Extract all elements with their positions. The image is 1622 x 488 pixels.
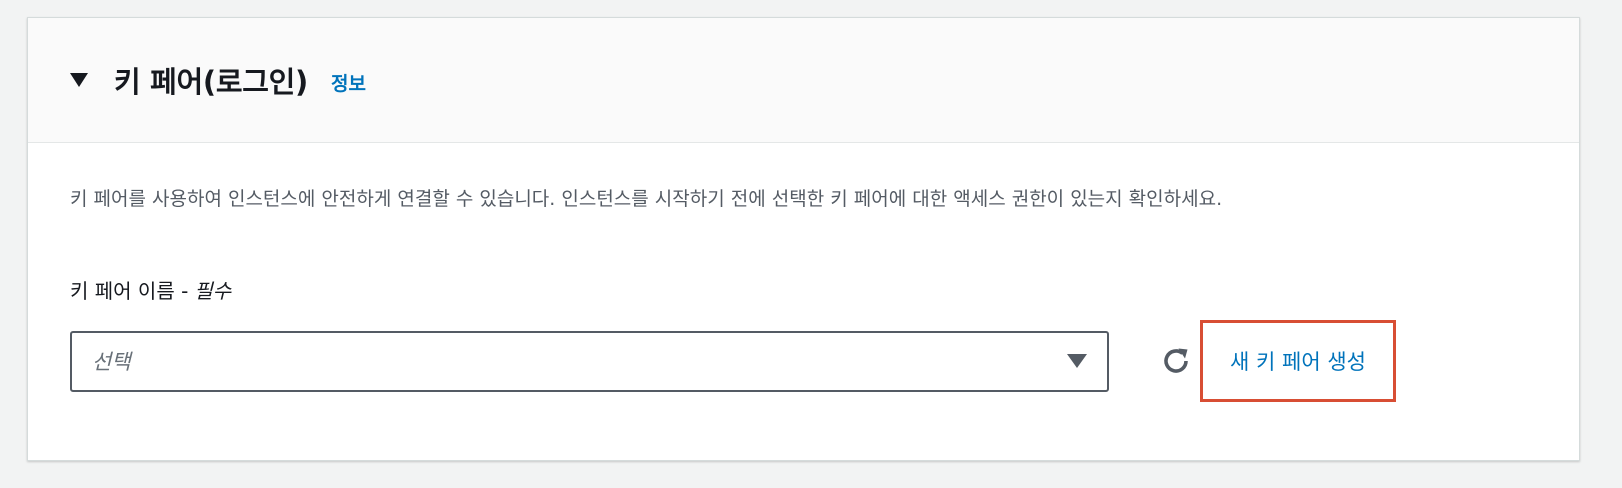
panel-title[interactable]: 키 페어(로그인) bbox=[114, 59, 308, 101]
key-pair-field-row: 선택 새 키 페어 생성 bbox=[70, 320, 1537, 402]
info-link[interactable]: 정보 bbox=[331, 69, 366, 96]
chevron-down-icon bbox=[1067, 354, 1087, 368]
refresh-icon bbox=[1164, 348, 1188, 373]
panel-header: 키 페어(로그인) 정보 bbox=[28, 18, 1579, 143]
select-placeholder: 선택 bbox=[92, 350, 131, 374]
caret-down-icon[interactable] bbox=[70, 73, 88, 87]
panel-body: 키 페어를 사용하여 인스턴스에 안전하게 연결할 수 있습니다. 인스턴스를 … bbox=[28, 143, 1579, 402]
create-key-pair-link[interactable]: 새 키 페어 생성 bbox=[1230, 346, 1366, 376]
create-key-pair-highlight: 새 키 페어 생성 bbox=[1200, 320, 1396, 402]
panel-description: 키 페어를 사용하여 인스턴스에 안전하게 연결할 수 있습니다. 인스턴스를 … bbox=[70, 188, 1223, 210]
key-pair-name-label: 키 페어 이름 - 필수 bbox=[70, 275, 1537, 304]
key-pair-select[interactable]: 선택 bbox=[70, 330, 1109, 392]
field-label-text: 키 페어 이름 - bbox=[70, 279, 189, 303]
required-indicator: 필수 bbox=[194, 279, 232, 303]
key-pair-panel: 키 페어(로그인) 정보 키 페어를 사용하여 인스턴스에 안전하게 연결할 수… bbox=[27, 17, 1580, 461]
refresh-button[interactable] bbox=[1156, 341, 1196, 381]
